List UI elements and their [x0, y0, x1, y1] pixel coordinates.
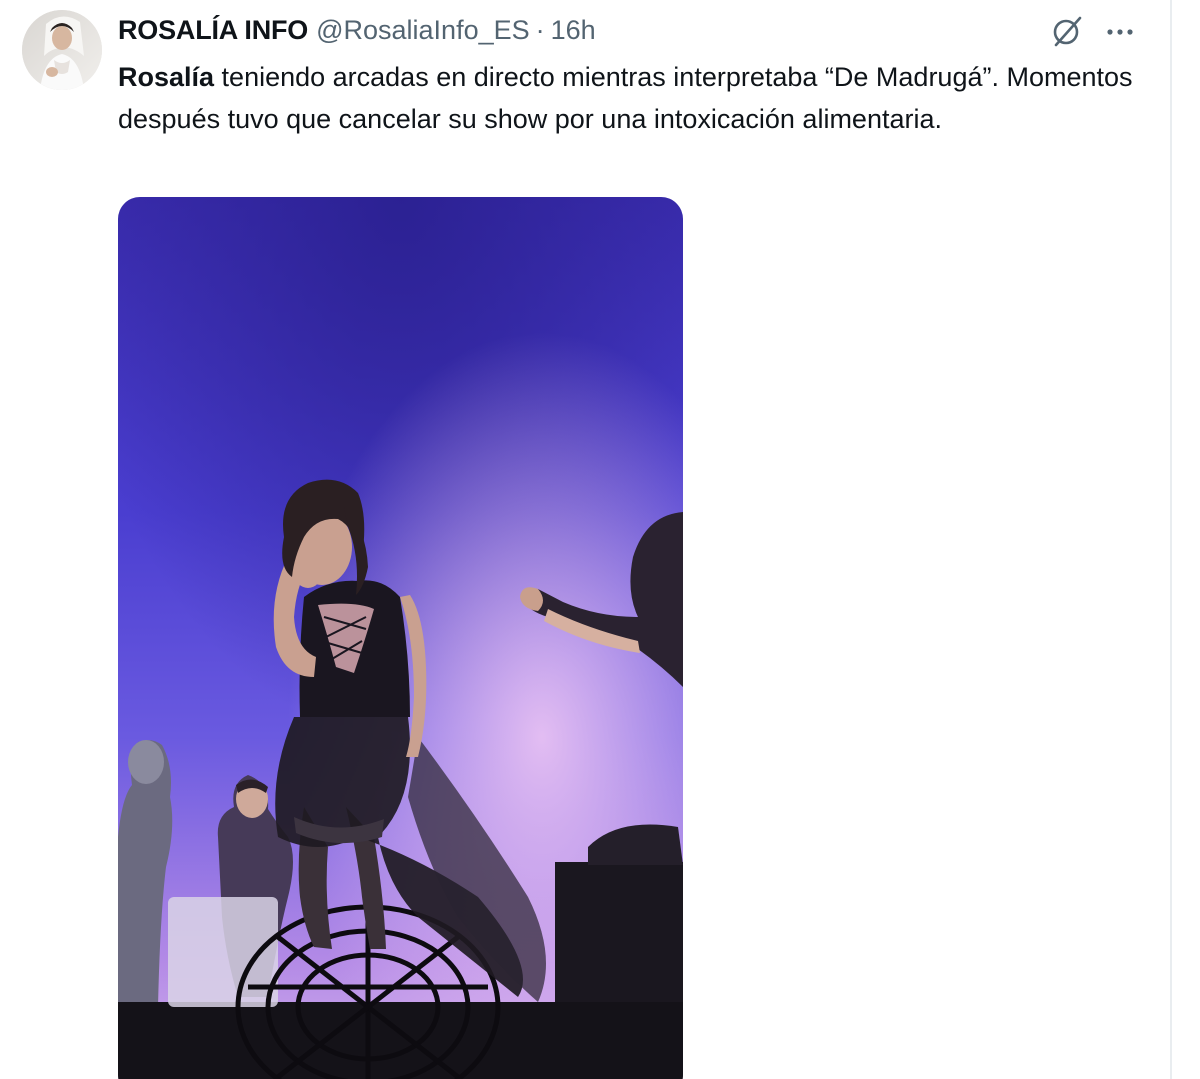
tweet-media[interactable] [118, 197, 683, 1079]
tweet-page: ROSALÍA INFO @RosaliaInfo_ES · 16h Rosal… [0, 0, 1200, 1079]
profile-photo-icon [22, 10, 102, 90]
mention-link[interactable]: Rosalía [118, 62, 214, 92]
tweet-body: teniendo arcadas en directo mientras int… [118, 62, 1133, 134]
author-handle[interactable]: @RosaliaInfo_ES [316, 15, 530, 46]
more-options-icon[interactable] [1102, 14, 1138, 48]
author-display-name[interactable]: ROSALÍA INFO [118, 15, 308, 46]
header-separator: · [535, 14, 545, 45]
author-avatar[interactable] [22, 10, 102, 90]
timeline-divider [1170, 0, 1172, 1079]
concert-photo-icon [118, 197, 683, 1079]
grok-icon[interactable] [1050, 14, 1084, 48]
tweet-text: Rosalía teniendo arcadas en directo mien… [118, 56, 1148, 140]
tweet-header: ROSALÍA INFO @RosaliaInfo_ES · 16h [118, 12, 596, 48]
tweet-timestamp[interactable]: 16h [551, 15, 596, 46]
